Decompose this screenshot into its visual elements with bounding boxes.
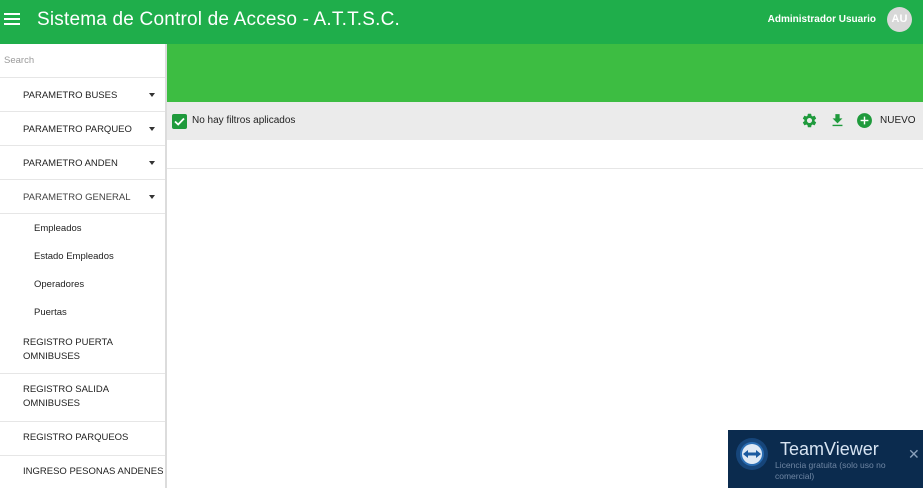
- sidebar-subitem-puertas[interactable]: Puertas: [34, 307, 67, 318]
- sidebar-subitem-empleados[interactable]: Empleados: [34, 223, 82, 234]
- sidebar-item-label: PARAMETRO GENERAL: [23, 192, 131, 203]
- caret-down-icon: [149, 195, 155, 199]
- sidebar-item-label: REGISTRO PUERTA OMNIBUSES: [23, 337, 113, 362]
- sidebar-item-parametro-parqueo[interactable]: PARAMETRO PARQUEO: [0, 112, 165, 146]
- app-title: Sistema de Control de Acceso - A.T.T.S.C…: [37, 9, 401, 30]
- sidebar-item-parametro-general[interactable]: PARAMETRO GENERAL: [0, 180, 165, 214]
- search-input[interactable]: [0, 44, 165, 78]
- filter-checkbox[interactable]: [172, 114, 187, 129]
- sidebar-item-parametro-anden[interactable]: PARAMETRO ANDEN: [0, 146, 165, 180]
- caret-down-icon: [149, 93, 155, 97]
- top-app-bar: Sistema de Control de Acceso - A.T.T.S.C…: [0, 0, 923, 44]
- sidebar-item-label: REGISTRO SALIDA OMNIBUSES: [23, 384, 109, 409]
- download-icon[interactable]: [829, 112, 846, 129]
- teamviewer-license-text: Licencia gratuita (solo uso no comercial…: [775, 460, 886, 481]
- sidebar-item-label: PARAMETRO BUSES: [23, 90, 118, 101]
- hamburger-menu-icon[interactable]: [4, 13, 20, 27]
- sidebar: PARAMETRO BUSES PARAMETRO PARQUEO PARAME…: [0, 44, 167, 488]
- user-name[interactable]: Administrador Usuario: [768, 14, 876, 25]
- plus-circle-icon[interactable]: [856, 112, 873, 129]
- sidebar-item-label: PARAMETRO PARQUEO: [23, 124, 132, 135]
- teamviewer-brand: TeamViewer: [780, 439, 879, 459]
- close-icon[interactable]: ✕: [908, 446, 920, 463]
- filter-toolbar: No hay filtros aplicados NUEVO: [167, 102, 923, 140]
- caret-down-icon: [149, 161, 155, 165]
- sidebar-subitem-estado-empleados[interactable]: Estado Empleados: [34, 251, 114, 262]
- sidebar-item-registro-parqueos[interactable]: REGISTRO PARQUEOS: [0, 422, 165, 456]
- sidebar-item-label: PARAMETRO ANDEN: [23, 158, 118, 169]
- teamviewer-logo-icon: [736, 438, 768, 470]
- sidebar-item-parametro-buses[interactable]: PARAMETRO BUSES: [0, 78, 165, 112]
- content-divider: [167, 168, 923, 169]
- sidebar-item-registro-puerta-omnibuses[interactable]: REGISTRO PUERTA OMNIBUSES: [0, 326, 165, 374]
- sidebar-item-label: REGISTRO PARQUEOS: [23, 432, 129, 443]
- sidebar-item-ingreso-pesonas-andenes[interactable]: INGRESO PESONAS ANDENES: [0, 456, 165, 488]
- teamviewer-popup[interactable]: TeamViewer Licencia gratuita (solo uso n…: [728, 430, 923, 488]
- sidebar-item-registro-salida-omnibuses[interactable]: REGISTRO SALIDA OMNIBUSES: [0, 374, 165, 422]
- filter-status-text: No hay filtros aplicados: [192, 115, 296, 126]
- sidebar-item-label: INGRESO PESONAS ANDENES: [23, 466, 164, 477]
- gear-icon[interactable]: [801, 112, 818, 129]
- new-button[interactable]: NUEVO: [880, 115, 916, 126]
- page-header-band: [167, 44, 923, 102]
- caret-down-icon: [149, 127, 155, 131]
- avatar[interactable]: AU: [887, 7, 912, 32]
- sidebar-subitem-operadores[interactable]: Operadores: [34, 279, 84, 290]
